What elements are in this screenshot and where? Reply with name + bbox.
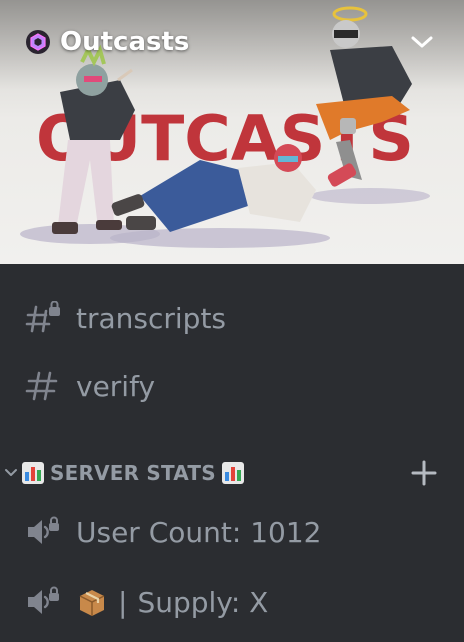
package-emoji <box>79 590 105 616</box>
voice-channel-supply[interactable]: | Supply: X <box>24 580 440 624</box>
channel-name: Supply: X <box>137 585 269 619</box>
locked-speaker-icon <box>24 585 62 619</box>
hashtag-icon <box>24 369 62 403</box>
chevron-down-icon[interactable] <box>410 32 434 52</box>
bar-chart-emoji <box>221 462 244 484</box>
create-channel-plus-icon[interactable] <box>410 459 438 487</box>
channel-name: transcripts <box>76 301 227 335</box>
server-header[interactable]: Outcasts <box>26 22 189 62</box>
channel-verify[interactable]: verify <box>24 364 440 408</box>
category-label: SERVER STATS <box>50 461 216 485</box>
boost-badge-icon <box>26 30 50 54</box>
channel-separator: | <box>118 585 128 619</box>
channel-name: verify <box>76 369 156 403</box>
locked-hashtag-icon <box>24 301 62 335</box>
chevron-down-icon[interactable] <box>4 466 18 480</box>
voice-channel-user-count[interactable]: User Count: 1012 <box>24 510 440 554</box>
channel-transcripts[interactable]: transcripts <box>24 296 440 340</box>
bar-chart-emoji <box>22 462 44 484</box>
channel-name-wrap: | Supply: X <box>76 586 268 619</box>
category-server-stats[interactable]: SERVER STATS <box>4 455 444 491</box>
category-label-wrap: SERVER STATS <box>22 461 244 485</box>
server-banner[interactable]: OUTCASTS Outcasts <box>0 0 464 264</box>
locked-speaker-icon <box>24 515 62 549</box>
channel-name: User Count: 1012 <box>76 515 322 549</box>
server-name: Outcasts <box>60 27 190 57</box>
